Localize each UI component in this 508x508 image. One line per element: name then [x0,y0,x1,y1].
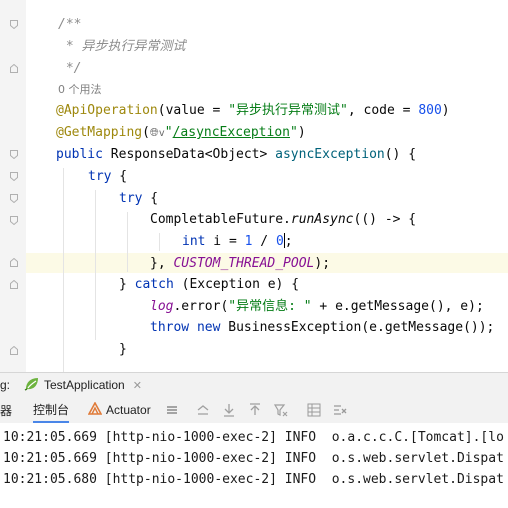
upload-icon[interactable] [248,403,262,417]
filter-icon[interactable] [273,403,288,417]
closing-brace-line[interactable]: } [119,340,127,360]
code-text: / [252,234,276,249]
indent-guide [159,233,160,251]
code-text: ; [284,234,293,249]
scroll-up-icon[interactable] [196,403,210,417]
method-name: asyncException [275,147,385,162]
keyword: try [88,169,112,184]
throw-line[interactable]: throw new BusinessException(e.getMessage… [150,318,494,338]
code-text: ) [441,103,450,118]
int-division-line[interactable]: int i = 1 / 0; [182,232,293,252]
code-text: ResponseData<Object> [102,147,276,162]
code-text: , code = [347,103,419,118]
run-tab-testapplication[interactable]: TestApplication ✕ [24,373,142,397]
fold-marker-icon[interactable] [10,172,18,181]
fold-marker-icon[interactable] [10,216,18,225]
editor-gutter[interactable] [0,0,26,372]
keyword: throw [150,320,190,335]
tab-label: Actuator [106,403,151,417]
indent-guide [95,190,96,340]
code-text: { [111,169,128,184]
fold-marker-icon[interactable] [10,20,18,29]
tab-console[interactable]: 控制台 [33,397,70,423]
code-text: CompletableFuture. [150,212,291,227]
grid-icon[interactable] [307,403,321,417]
code-text: ) [297,125,306,140]
actuator-icon [87,401,103,418]
endpoint-link[interactable]: /asyncException [173,125,290,140]
code-text: (value = [157,103,229,118]
run-tab-label: TestApplication [44,378,125,392]
static-field: CUSTOM_THREAD_POOL [173,256,315,271]
code-text: ); [314,256,331,271]
string-literal: "异常信息: " [228,299,312,314]
spring-boot-icon [24,377,40,394]
number-literal: 0 [275,234,284,249]
fold-marker-icon[interactable] [10,280,18,289]
tab-label: 器 [0,403,13,418]
string-literal: "异步执行异常测试" [228,103,348,118]
keyword: new [196,320,221,335]
keyword: catch [134,277,174,292]
method-signature-line[interactable]: public ResponseData<Object> asyncExcepti… [56,145,416,165]
close-icon[interactable]: ✕ [133,379,142,392]
keyword: try [119,191,143,206]
indent-guide [63,168,64,372]
code-text: (Exception e) { [173,277,300,292]
globe-icon[interactable]: 🌐︎ [150,126,159,139]
try-line[interactable]: try { [119,189,158,209]
fold-marker-icon[interactable] [10,258,18,267]
try-line[interactable]: try { [88,167,127,187]
keyword: public [56,147,103,162]
run-label: g: [0,378,11,392]
log-error-line[interactable]: log.error("异常信息: " + e.getMessage(), e); [150,297,484,317]
string-quote: " [290,125,298,140]
fold-marker-icon[interactable] [10,150,18,159]
api-operation-line[interactable]: @ApiOperation(value = "异步执行异常测试", code =… [56,101,450,121]
tab-debugger[interactable]: 器 [0,397,12,423]
code-text: } [119,277,135,292]
code-editor[interactable]: /** * 异步执行异常测试 */ 0 个用法 @ApiOperation(va… [0,0,508,372]
completable-future-line[interactable]: CompletableFuture.runAsync(() -> { [150,210,416,230]
keyword: int [182,234,206,249]
tab-actuator[interactable]: Actuator [87,397,151,423]
fold-marker-icon[interactable] [10,64,18,73]
indent-guide [127,212,128,272]
catch-line[interactable]: } catch (Exception e) { [119,275,299,295]
thread-pool-line[interactable]: }, CUSTOM_THREAD_POOL); [150,254,330,274]
code-text: () { [384,147,417,162]
static-field: log [150,299,174,314]
code-text: + e.getMessage(), e); [311,299,484,314]
string-quote: " [164,125,173,140]
menu-lines-icon[interactable] [165,403,179,417]
code-text: (() -> { [353,212,417,227]
usage-hint[interactable]: 0 个用法 [58,80,102,100]
method-name: runAsync [290,212,354,227]
console-output[interactable]: 10:21:05.669 [http-nio-1000-exec-2] INFO… [0,423,508,508]
download-icon[interactable] [222,403,236,417]
console-line: 10:21:05.680 [http-nio-1000-exec-2] INFO… [3,472,504,487]
code-text: }, [150,256,174,271]
code-text: BusinessException(e.getMessage()); [220,320,495,335]
code-text: ( [142,125,150,140]
code-text: i = [205,234,245,249]
run-tool-window-header: g: TestApplication ✕ [0,372,508,397]
fold-marker-icon[interactable] [10,194,18,203]
console-line: 10:21:05.669 [http-nio-1000-exec-2] INFO… [3,430,504,445]
console-line: 10:21:05.669 [http-nio-1000-exec-2] INFO… [3,451,504,466]
comment-open: /** [58,17,82,32]
run-toolbar: 器 控制台 Actuator [0,397,508,424]
annotation-name: @ApiOperation [56,103,158,118]
annotation-name: @GetMapping [56,125,143,140]
code-text: .error( [173,299,229,314]
clear-all-icon[interactable] [333,403,347,417]
tab-label: 控制台 [33,402,70,417]
comment-text: * 异步执行异常测试 [58,39,186,54]
fold-marker-icon[interactable] [10,346,18,355]
comment-close: */ [58,61,82,76]
get-mapping-line[interactable]: @GetMapping(🌐︎v"/asyncException") [56,123,306,143]
code-text: { [142,191,159,206]
number-literal: 800 [418,103,442,118]
